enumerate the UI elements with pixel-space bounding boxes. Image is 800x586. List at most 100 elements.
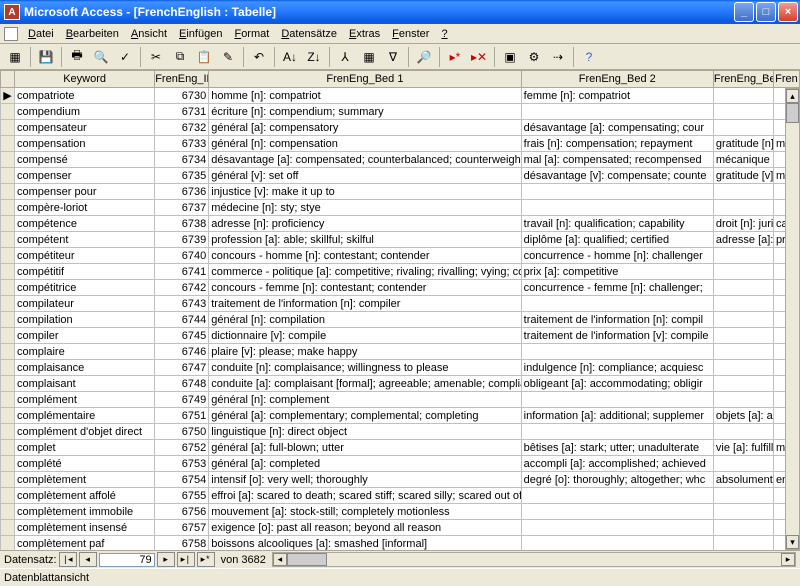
cell[interactable]: complètement paf bbox=[15, 536, 155, 551]
cell[interactable] bbox=[521, 488, 713, 504]
cell[interactable]: complètement immobile bbox=[15, 504, 155, 520]
cell[interactable] bbox=[713, 376, 773, 392]
cell[interactable]: désavantage [a]: compensated; counterbal… bbox=[209, 152, 521, 168]
cell[interactable]: compensé bbox=[15, 152, 155, 168]
cell[interactable]: compilateur bbox=[15, 296, 155, 312]
table-row[interactable]: compenser pour6736injustice [v]: make it… bbox=[1, 184, 800, 200]
cell[interactable]: complété bbox=[15, 456, 155, 472]
cell[interactable]: compenser bbox=[15, 168, 155, 184]
row-selector[interactable] bbox=[1, 296, 15, 312]
row-selector[interactable] bbox=[1, 408, 15, 424]
cell[interactable] bbox=[521, 104, 713, 120]
cell[interactable]: complet bbox=[15, 440, 155, 456]
cell[interactable]: général [a]: compensatory bbox=[209, 120, 521, 136]
filter-form-button[interactable]: ▦ bbox=[358, 46, 380, 68]
cell[interactable]: concurrence - homme [n]: challenger bbox=[521, 248, 713, 264]
cell[interactable]: 6757 bbox=[155, 520, 209, 536]
spell-button[interactable]: ✓ bbox=[114, 46, 136, 68]
cell[interactable]: adresse [n]: proficiency bbox=[209, 216, 521, 232]
table-row[interactable]: compétitif6741commerce - politique [a]: … bbox=[1, 264, 800, 280]
cell[interactable] bbox=[713, 424, 773, 440]
cell[interactable]: compensateur bbox=[15, 120, 155, 136]
cell[interactable] bbox=[521, 184, 713, 200]
cell[interactable]: 6745 bbox=[155, 328, 209, 344]
cell[interactable] bbox=[713, 360, 773, 376]
row-selector[interactable] bbox=[1, 184, 15, 200]
cell[interactable] bbox=[713, 488, 773, 504]
cell[interactable]: traitement de l'information [v]: compile bbox=[521, 328, 713, 344]
preview-button[interactable]: 🔍 bbox=[90, 46, 112, 68]
cell[interactable]: mal [a]: compensated; recompensed bbox=[521, 152, 713, 168]
table-row[interactable]: compétiteur6740concours - homme [n]: con… bbox=[1, 248, 800, 264]
cell[interactable]: 6737 bbox=[155, 200, 209, 216]
filter-sel-button[interactable]: ⅄ bbox=[334, 46, 356, 68]
window-button[interactable]: ▣ bbox=[499, 46, 521, 68]
nav-next-button[interactable]: ▸ bbox=[157, 552, 175, 567]
cell[interactable]: objets [a]: auxili bbox=[713, 408, 773, 424]
cell[interactable] bbox=[521, 424, 713, 440]
row-selector[interactable] bbox=[1, 536, 15, 551]
cell[interactable]: plaire [v]: please; make happy bbox=[209, 344, 521, 360]
row-selector[interactable] bbox=[1, 504, 15, 520]
close-button[interactable]: × bbox=[778, 2, 798, 22]
cell[interactable] bbox=[713, 296, 773, 312]
cell[interactable]: général [a]: completed bbox=[209, 456, 521, 472]
cell[interactable] bbox=[713, 344, 773, 360]
cell[interactable] bbox=[713, 184, 773, 200]
cell[interactable] bbox=[521, 520, 713, 536]
copy-button[interactable]: ⧉ bbox=[169, 46, 191, 68]
table-row[interactable]: compensé6734désavantage [a]: compensated… bbox=[1, 152, 800, 168]
row-selector[interactable] bbox=[1, 216, 15, 232]
mdi-icon[interactable] bbox=[4, 27, 18, 41]
nav-first-button[interactable]: |◂ bbox=[59, 552, 77, 567]
cell[interactable]: accompli [a]: accomplished; achieved bbox=[521, 456, 713, 472]
table-row[interactable]: complaisance6747conduite [n]: complaisan… bbox=[1, 360, 800, 376]
cell[interactable]: concurrence - femme [n]: challenger; bbox=[521, 280, 713, 296]
table-row[interactable]: compiler6745dictionnaire [v]: compiletra… bbox=[1, 328, 800, 344]
cell[interactable]: général [v]: set off bbox=[209, 168, 521, 184]
cell[interactable]: médecine [n]: sty; stye bbox=[209, 200, 521, 216]
row-selector[interactable] bbox=[1, 312, 15, 328]
row-selector[interactable] bbox=[1, 248, 15, 264]
cell[interactable] bbox=[521, 200, 713, 216]
cell[interactable]: adresse [a]: qu bbox=[713, 232, 773, 248]
cell[interactable]: compatriote bbox=[15, 88, 155, 104]
cell[interactable]: compétitif bbox=[15, 264, 155, 280]
cell[interactable]: 6738 bbox=[155, 216, 209, 232]
scroll-up-icon[interactable]: ▴ bbox=[786, 89, 799, 103]
cell[interactable]: concours - homme [n]: contestant; conten… bbox=[209, 248, 521, 264]
cell[interactable]: degré [o]: thoroughly; altogether; whc bbox=[521, 472, 713, 488]
save-button[interactable]: 💾 bbox=[35, 46, 57, 68]
cell[interactable]: 6749 bbox=[155, 392, 209, 408]
cell[interactable]: bêtises [a]: stark; utter; unadulterate bbox=[521, 440, 713, 456]
cell[interactable]: intensif [o]: very well; thoroughly bbox=[209, 472, 521, 488]
cell[interactable]: complément bbox=[15, 392, 155, 408]
cell[interactable]: traitement de l'information [n]: compile… bbox=[209, 296, 521, 312]
row-selector[interactable] bbox=[1, 392, 15, 408]
table-row[interactable]: ▶compatriote6730homme [n]: compatriotfem… bbox=[1, 88, 800, 104]
cell[interactable] bbox=[713, 88, 773, 104]
sort-desc-button[interactable]: Z↓ bbox=[303, 46, 325, 68]
cell[interactable]: 6744 bbox=[155, 312, 209, 328]
cell[interactable] bbox=[521, 504, 713, 520]
filter-toggle-button[interactable]: ∇ bbox=[382, 46, 404, 68]
nav-prev-button[interactable]: ◂ bbox=[79, 552, 97, 567]
cell[interactable]: 6756 bbox=[155, 504, 209, 520]
cell[interactable]: 6735 bbox=[155, 168, 209, 184]
cell[interactable]: désavantage [v]: compensate; counte bbox=[521, 168, 713, 184]
cell[interactable]: commerce - politique [a]: competitive; r… bbox=[209, 264, 521, 280]
cell[interactable]: écriture [n]: compendium; summary bbox=[209, 104, 521, 120]
menu-einfügen[interactable]: Einfügen bbox=[173, 26, 228, 42]
horizontal-scrollbar[interactable]: ◂ ▸ bbox=[272, 552, 796, 567]
cell[interactable]: linguistique [n]: direct object bbox=[209, 424, 521, 440]
cell[interactable]: 6739 bbox=[155, 232, 209, 248]
cell[interactable]: complètement affolé bbox=[15, 488, 155, 504]
cell[interactable]: compendium bbox=[15, 104, 155, 120]
table-row[interactable]: compilation6744général [n]: compilationt… bbox=[1, 312, 800, 328]
cell[interactable]: gratitude [n]: sc bbox=[713, 136, 773, 152]
table-row[interactable]: complètement6754intensif [o]: very well;… bbox=[1, 472, 800, 488]
cell[interactable]: dictionnaire [v]: compile bbox=[209, 328, 521, 344]
row-selector[interactable] bbox=[1, 264, 15, 280]
paste-button[interactable]: 📋 bbox=[193, 46, 215, 68]
table-row[interactable]: compétitrice6742concours - femme [n]: co… bbox=[1, 280, 800, 296]
